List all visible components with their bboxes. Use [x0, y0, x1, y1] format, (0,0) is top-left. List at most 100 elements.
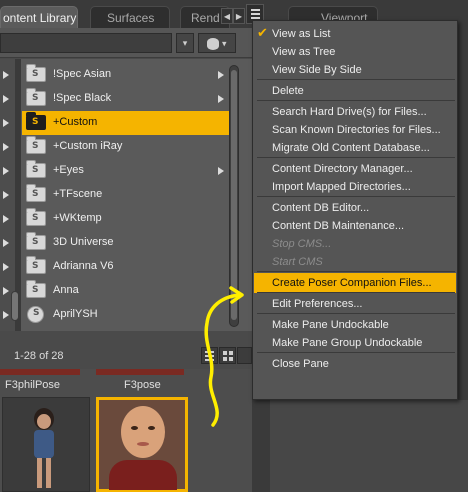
- folder-row[interactable]: S +Eyes: [22, 159, 230, 183]
- folder-row[interactable]: S Adrianna V6: [22, 255, 230, 279]
- menu-item[interactable]: View Side By Side: [254, 60, 456, 80]
- folder-expand-arrow-icon[interactable]: [3, 119, 9, 127]
- folder-label: +Custom: [53, 116, 98, 128]
- submenu-arrow-icon: [218, 167, 224, 175]
- folder-row[interactable]: S +WKtemp: [22, 207, 230, 231]
- menu-separator: [257, 313, 455, 314]
- folder-expand-arrow-icon[interactable]: [3, 215, 9, 223]
- thumbnail-label: F3pose: [124, 379, 161, 391]
- folder-expand-arrow-icon[interactable]: [3, 287, 9, 295]
- folder-label: Adrianna V6: [53, 260, 114, 272]
- menu-item-label: View as Tree: [272, 46, 336, 58]
- menu-item-label: Make Pane Undockable: [272, 319, 389, 331]
- tab-surfaces-label: Surfaces: [107, 11, 155, 25]
- folder-expand-arrow-icon[interactable]: [3, 71, 9, 79]
- thumbnail-item[interactable]: [2, 397, 90, 492]
- menu-item[interactable]: Create Poser Companion Files...: [254, 273, 456, 293]
- menu-item-label: Content DB Editor...: [272, 202, 370, 214]
- figure-mouth: [137, 442, 149, 446]
- tab-scroll-right-button[interactable]: ▶: [233, 8, 245, 24]
- folder-expand-arrow-icon[interactable]: [3, 311, 9, 319]
- menu-item[interactable]: Search Hard Drive(s) for Files...: [254, 102, 456, 122]
- folder-label: Anna: [53, 284, 79, 296]
- menu-item-label: Import Mapped Directories...: [272, 181, 411, 193]
- figure-dress: [34, 430, 54, 458]
- menu-item[interactable]: Content Directory Manager...: [254, 159, 456, 179]
- product-icon: S: [27, 306, 44, 323]
- menu-item[interactable]: View as Tree: [254, 42, 456, 62]
- folder-row[interactable]: S +Custom iRay: [22, 135, 230, 159]
- menu-separator: [257, 79, 455, 80]
- menu-item-label: View Side By Side: [272, 64, 362, 76]
- folder-expand-arrow-icon[interactable]: [3, 263, 9, 271]
- submenu-arrow-icon: [218, 95, 224, 103]
- database-icon: [207, 38, 220, 50]
- database-button[interactable]: ▾: [198, 33, 236, 53]
- splitter-handle[interactable]: [11, 291, 19, 321]
- menu-separator: [257, 271, 455, 272]
- folder-label: !Spec Asian: [53, 68, 112, 80]
- tab-scroll-left-button[interactable]: ◀: [221, 8, 233, 24]
- folder-row[interactable]: S !Spec Black: [22, 87, 230, 111]
- tab-content-library-label: ontent Library: [3, 11, 77, 25]
- menu-separator: [257, 292, 455, 293]
- folder-row[interactable]: S 3D Universe: [22, 231, 230, 255]
- folder-label: !Spec Black: [53, 92, 112, 104]
- folder-expand-arrow-icon[interactable]: [3, 191, 9, 199]
- menu-item[interactable]: Migrate Old Content Database...: [254, 138, 456, 158]
- menu-item[interactable]: Make Pane Undockable: [254, 315, 456, 335]
- menu-separator: [257, 157, 455, 158]
- folder-list-scroll-thumb[interactable]: [231, 70, 237, 320]
- menu-item[interactable]: Import Mapped Directories...: [254, 177, 456, 197]
- menu-item-label: Stop CMS...: [272, 238, 332, 250]
- viewport-grid: [270, 400, 468, 492]
- tab-content-library[interactable]: ontent Library: [0, 6, 78, 28]
- tab-render-label: Rend: [191, 11, 220, 25]
- figure-face: [37, 414, 51, 429]
- menu-item-label: Scan Known Directories for Files...: [272, 124, 441, 136]
- menu-item[interactable]: Scan Known Directories for Files...: [254, 120, 456, 140]
- folder-database-icon: S: [26, 232, 46, 250]
- menu-item-label: Close Pane: [272, 358, 329, 370]
- folder-expand-arrow-icon[interactable]: [3, 239, 9, 247]
- thumbnail-label: F3philPose: [5, 379, 61, 391]
- menu-separator: [257, 196, 455, 197]
- folder-database-icon: S: [26, 64, 46, 82]
- folder-database-icon: S: [26, 88, 46, 106]
- menu-item[interactable]: Make Pane Group Undockable: [254, 333, 456, 353]
- folder-row[interactable]: S !Spec Asian: [22, 63, 230, 87]
- tab-surfaces[interactable]: Surfaces: [90, 6, 170, 28]
- folder-row[interactable]: S +Custom: [22, 111, 230, 135]
- filter-input[interactable]: [0, 33, 172, 53]
- menu-item-label: Edit Preferences...: [272, 298, 363, 310]
- folder-database-icon: S: [26, 208, 46, 226]
- folder-database-icon: S: [26, 256, 46, 274]
- menu-item[interactable]: Content DB Maintenance...: [254, 216, 456, 236]
- pane-options-menu: ✔ View as List View as Tree View Side By Si…: [252, 20, 458, 400]
- filter-dropdown-button[interactable]: ▾: [176, 33, 194, 53]
- figure-leg: [46, 458, 51, 488]
- figure-head: [121, 406, 165, 458]
- folder-database-icon: S: [26, 184, 46, 202]
- figure-eye: [131, 426, 138, 430]
- thumbnail-item-selected[interactable]: [96, 397, 188, 492]
- folder-expand-arrow-icon[interactable]: [3, 167, 9, 175]
- checkmark-icon: ✔: [257, 25, 268, 40]
- menu-item[interactable]: ✔ View as List: [254, 24, 456, 44]
- results-count: 1-28 of 28: [14, 350, 64, 362]
- folder-expand-arrow-icon[interactable]: [3, 95, 9, 103]
- menu-item[interactable]: Content DB Editor...: [254, 198, 456, 218]
- arrow-annotation-icon: [204, 286, 244, 427]
- menu-item[interactable]: Delete: [254, 81, 456, 101]
- menu-item[interactable]: Edit Preferences...: [254, 294, 456, 314]
- folder-database-icon: S: [26, 112, 46, 130]
- content-toolbar: ▾ ▾: [0, 28, 252, 58]
- folder-row[interactable]: S +TFscene: [22, 183, 230, 207]
- folder-label: +TFscene: [53, 188, 103, 200]
- folder-label: +WKtemp: [53, 212, 102, 224]
- menu-item-label: View as List: [272, 28, 331, 40]
- menu-item[interactable]: Close Pane: [254, 354, 456, 374]
- folder-expand-arrow-icon[interactable]: [3, 143, 9, 151]
- menu-item-label: Make Pane Group Undockable: [272, 337, 423, 349]
- folder-label: +Custom iRay: [53, 140, 123, 152]
